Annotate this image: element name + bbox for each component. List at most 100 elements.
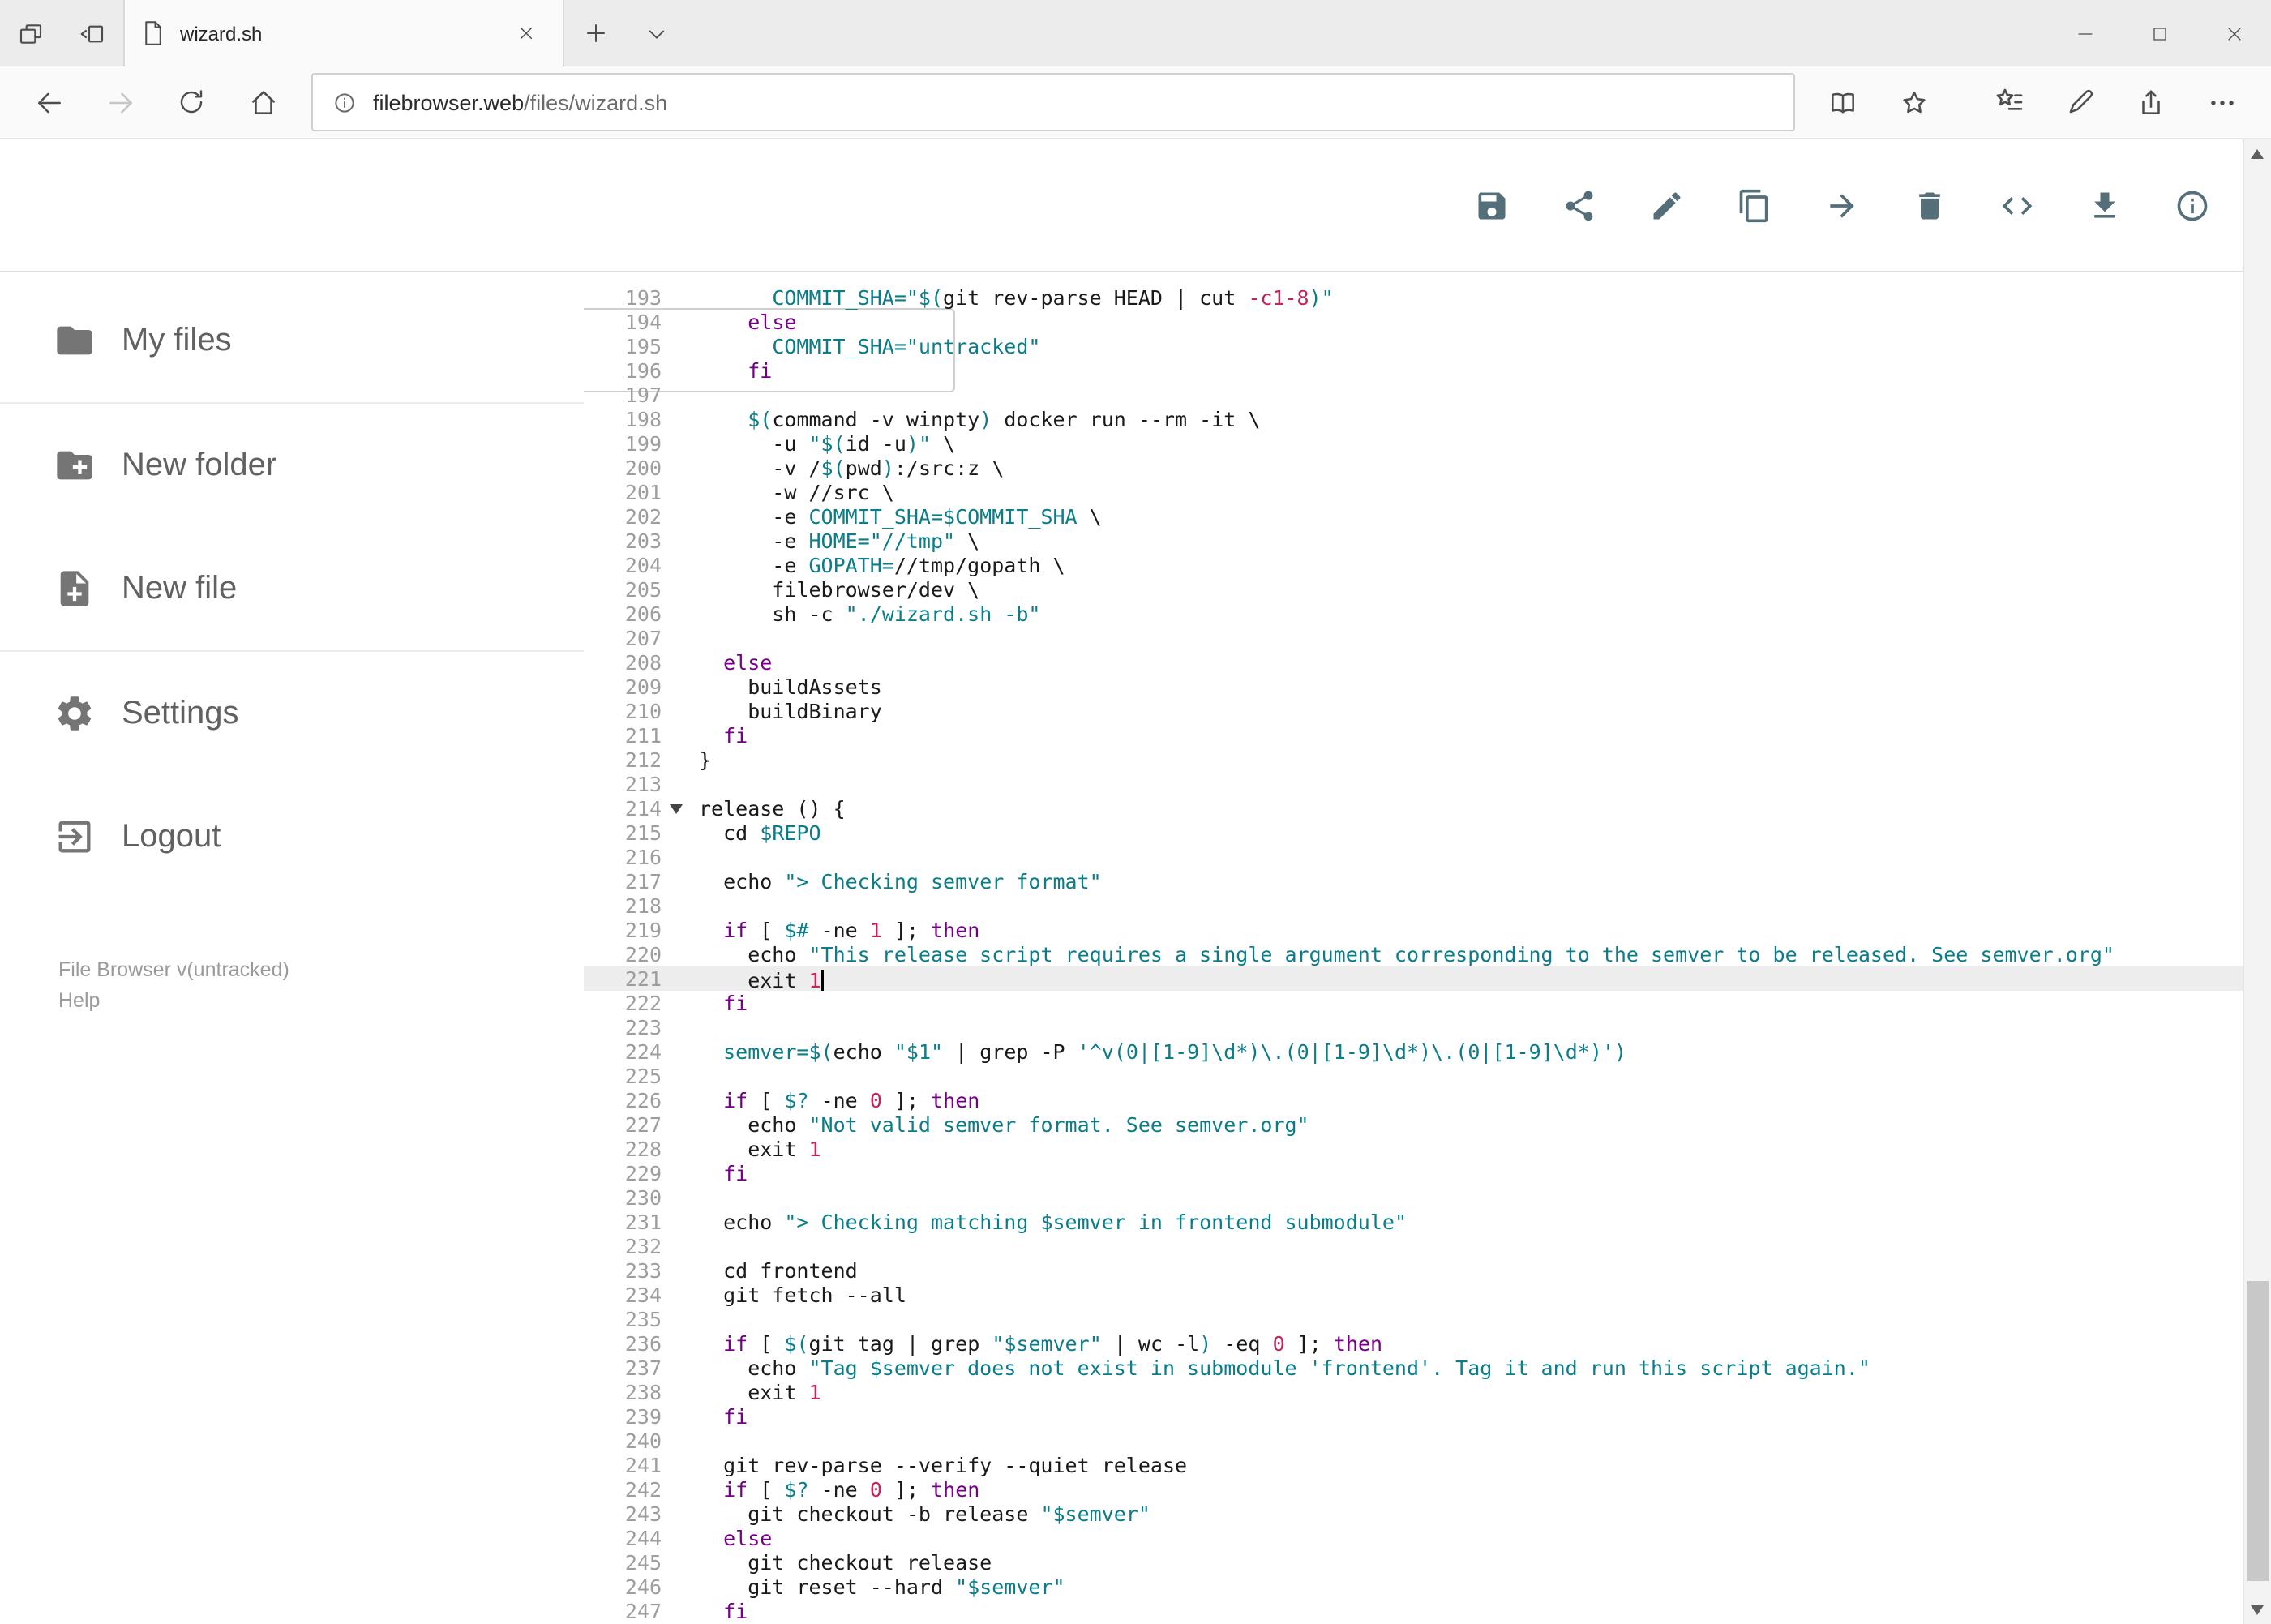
code-line[interactable]: 240 (584, 1429, 2243, 1453)
code-line[interactable]: 226 if [ $? -ne 0 ]; then (584, 1088, 2243, 1112)
code-line[interactable]: 234 git fetch --all (584, 1283, 2243, 1307)
code-editor[interactable]: 193 COMMIT_SHA="$(git rev-parse HEAD | c… (584, 272, 2243, 1624)
code-line[interactable]: 243 git checkout -b release "$semver" (584, 1502, 2243, 1526)
code-line[interactable]: 199 -u "$(id -u)" \ (584, 431, 2243, 456)
code-line[interactable]: 220 echo "This release script requires a… (584, 942, 2243, 966)
sidebar-item-logout[interactable]: Logout (0, 775, 584, 898)
favorite-star-button[interactable] (1879, 66, 1950, 138)
scroll-up-icon[interactable] (2244, 139, 2271, 167)
code-line[interactable]: 245 git checkout release (584, 1550, 2243, 1575)
code-line[interactable]: 229 fi (584, 1161, 2243, 1185)
code-line[interactable]: 225 (584, 1064, 2243, 1088)
download-button[interactable] (2086, 188, 2122, 224)
code-line[interactable]: 244 else (584, 1526, 2243, 1550)
line-number: 234 (624, 1283, 662, 1307)
code-line[interactable]: 235 (584, 1307, 2243, 1331)
code-line[interactable]: 196 fi (584, 358, 2243, 383)
code-line[interactable]: 233 cd frontend (584, 1258, 2243, 1283)
reading-view-button[interactable] (1807, 66, 1879, 138)
code-line[interactable]: 218 (584, 893, 2243, 918)
code-line[interactable]: 211 fi (584, 723, 2243, 748)
code-line[interactable]: 194 else (584, 310, 2243, 334)
sidebar-item-settings[interactable]: Settings (0, 652, 584, 775)
new-tab-button[interactable] (564, 0, 626, 66)
code-line-text: else (748, 310, 797, 334)
hub-button[interactable] (1973, 66, 2044, 138)
code-line[interactable]: 222 fi (584, 991, 2243, 1015)
raw-code-button[interactable] (1999, 188, 2034, 224)
code-line[interactable]: 239 fi (584, 1404, 2243, 1429)
code-line[interactable]: 219 if [ $# -ne 1 ]; then (584, 918, 2243, 942)
browser-tab[interactable]: wizard.sh (123, 0, 564, 66)
code-line[interactable]: 204 -e GOPATH=//tmp/gopath \ (584, 553, 2243, 577)
code-line[interactable]: 198 $(command -v winpty) docker run --rm… (584, 407, 2243, 431)
code-line[interactable]: 216 (584, 845, 2243, 869)
code-line[interactable]: 238 exit 1 (584, 1380, 2243, 1404)
share-button[interactable] (2115, 66, 2187, 138)
site-info-icon[interactable] (332, 90, 357, 114)
delete-button[interactable] (1911, 188, 1947, 224)
more-options-button[interactable] (2187, 66, 2258, 138)
code-line[interactable]: 206 sh -c "./wizard.sh -b" (584, 602, 2243, 626)
code-line[interactable]: 236 if [ $(git tag | grep "$semver" | wc… (584, 1331, 2243, 1356)
tab-list-chevron-icon[interactable] (626, 0, 688, 66)
sidebar-item-new-folder[interactable]: New folder (0, 404, 584, 527)
home-button[interactable] (227, 66, 298, 138)
code-line[interactable]: 208 else (584, 650, 2243, 675)
forward-button[interactable] (84, 66, 156, 138)
address-bar[interactable]: filebrowser.web/files/wizard.sh (311, 73, 1794, 131)
code-line[interactable]: 205 filebrowser/dev \ (584, 577, 2243, 602)
code-line[interactable]: 221 exit 1 (584, 966, 2243, 992)
scrollbar-thumb[interactable] (2247, 1281, 2268, 1581)
code-line[interactable]: 227 echo "Not valid semver format. See s… (584, 1112, 2243, 1137)
code-line[interactable]: 231 echo "> Checking matching $semver in… (584, 1210, 2243, 1234)
page-scrollbar[interactable] (2243, 139, 2271, 1624)
sidebar-item-new-file[interactable]: New file (0, 527, 584, 650)
code-line[interactable]: 237 echo "Tag $semver does not exist in … (584, 1356, 2243, 1380)
sidebar-item-my-files[interactable]: My files (0, 279, 584, 402)
refresh-button[interactable] (156, 66, 227, 138)
code-line[interactable]: 241 git rev-parse --verify --quiet relea… (584, 1453, 2243, 1477)
code-line[interactable]: 232 (584, 1234, 2243, 1258)
tab-close-icon[interactable] (504, 12, 546, 54)
code-line[interactable]: 212} (584, 748, 2243, 772)
info-button[interactable] (2174, 188, 2209, 224)
edit-button[interactable] (1648, 188, 1684, 224)
code-line[interactable]: 224 semver=$(echo "$1" | grep -P '^v(0|[… (584, 1039, 2243, 1064)
code-line[interactable]: 242 if [ $? -ne 0 ]; then (584, 1477, 2243, 1502)
scroll-down-icon[interactable] (2244, 1596, 2271, 1624)
minimize-button[interactable] (2047, 0, 2122, 66)
set-tabs-aside-button[interactable] (62, 0, 123, 66)
code-line[interactable]: 193 COMMIT_SHA="$(git rev-parse HEAD | c… (584, 285, 2243, 310)
code-line[interactable]: 214 release () { (584, 796, 2243, 821)
copy-button[interactable] (1736, 188, 1772, 224)
code-line[interactable]: 230 (584, 1185, 2243, 1210)
code-line[interactable]: 202 -e COMMIT_SHA=$COMMIT_SHA \ (584, 504, 2243, 529)
code-line[interactable]: 207 (584, 626, 2243, 650)
code-line[interactable]: 201 -w //src \ (584, 480, 2243, 504)
close-window-button[interactable] (2196, 0, 2271, 66)
help-link[interactable]: Help (58, 986, 289, 1017)
code-line[interactable]: 197 (584, 383, 2243, 407)
annotate-pen-button[interactable] (2044, 66, 2115, 138)
code-line[interactable]: 246 git reset --hard "$semver" (584, 1575, 2243, 1599)
code-line[interactable]: 209 buildAssets (584, 675, 2243, 699)
code-line[interactable]: 223 (584, 1015, 2243, 1039)
tab-preview-button[interactable] (0, 0, 62, 66)
back-button[interactable] (13, 66, 84, 138)
save-button[interactable] (1473, 188, 1509, 224)
share-file-button[interactable] (1561, 188, 1596, 224)
code-line[interactable]: 195 COMMIT_SHA="untracked" (584, 334, 2243, 358)
code-line[interactable]: 217 echo "> Checking semver format" (584, 869, 2243, 893)
code-line[interactable]: 215 cd $REPO (584, 821, 2243, 845)
move-button[interactable] (1823, 188, 1859, 224)
fold-marker-icon[interactable] (670, 804, 683, 814)
code-line[interactable]: 247 fi (584, 1599, 2243, 1623)
code-line[interactable]: 228 exit 1 (584, 1137, 2243, 1161)
code-line[interactable]: 213 (584, 772, 2243, 796)
maximize-button[interactable] (2122, 0, 2196, 66)
code-line[interactable]: 203 -e HOME="//tmp" \ (584, 529, 2243, 553)
code-line[interactable]: 200 -v /$(pwd):/src:z \ (584, 456, 2243, 480)
code-line[interactable]: 210 buildBinary (584, 699, 2243, 723)
